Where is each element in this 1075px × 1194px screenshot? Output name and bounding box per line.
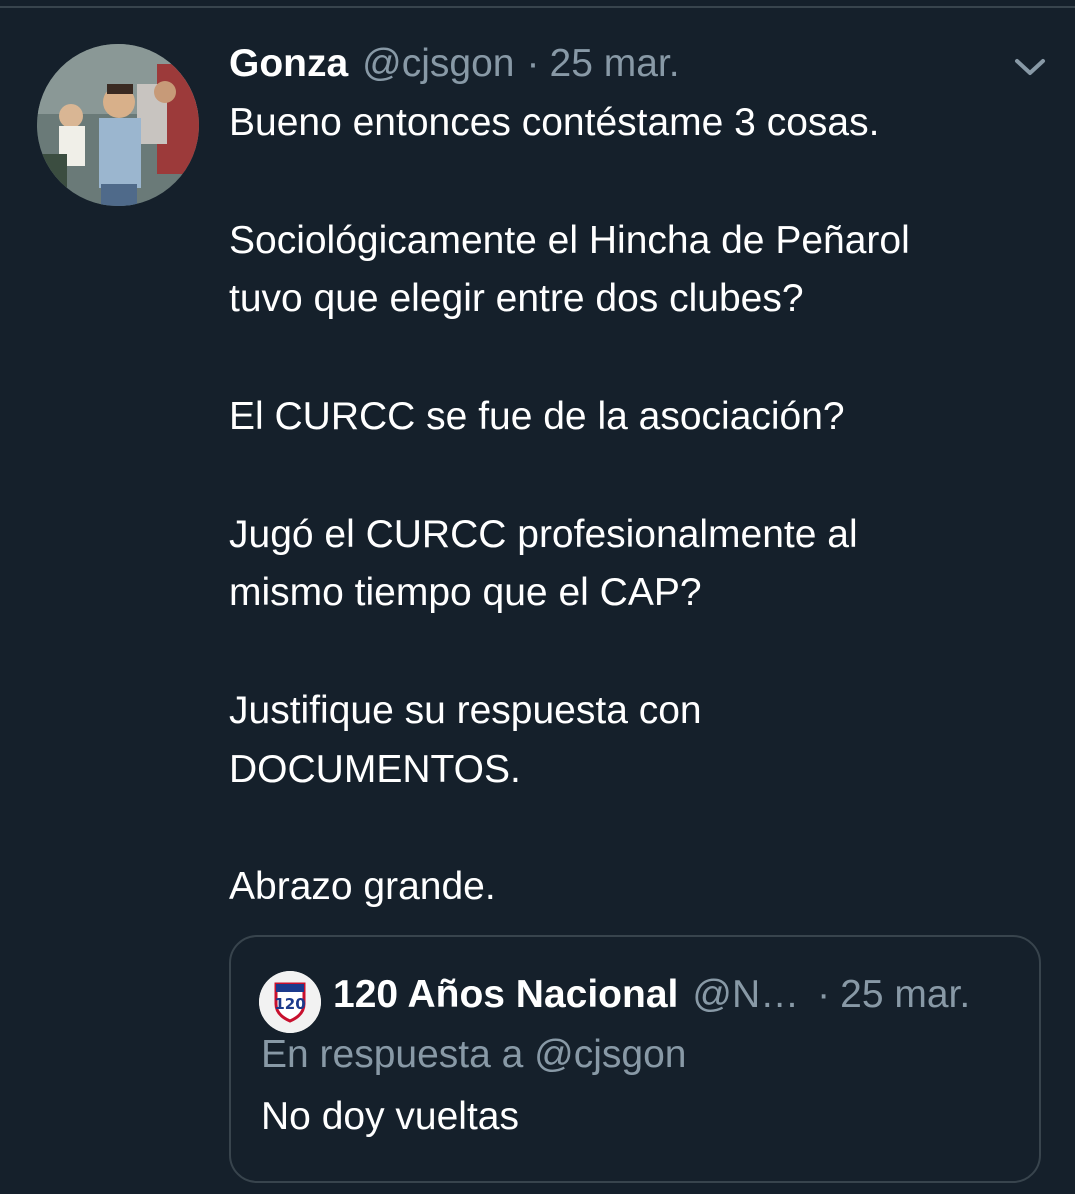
quoted-author-name[interactable]: 120 Años Nacional bbox=[333, 973, 678, 1017]
quoted-tweet-card[interactable]: 120 120 Años Nacional @N… · 25 mar. En r… bbox=[229, 935, 1041, 1183]
quoted-tweet-header: 120 Años Nacional @N… · 25 mar. bbox=[333, 967, 970, 1023]
quoted-tweet-timestamp[interactable]: 25 mar. bbox=[840, 973, 970, 1017]
quoted-author-avatar[interactable]: 120 bbox=[259, 971, 321, 1033]
reply-context: En respuesta a @cjsgon bbox=[261, 1033, 687, 1076]
author-avatar[interactable] bbox=[37, 44, 199, 206]
tweet-menu-button[interactable] bbox=[1010, 50, 1050, 84]
top-divider bbox=[0, 6, 1075, 8]
nacional-logo-icon: 120 bbox=[259, 971, 321, 1033]
tweet-body: Bueno entonces contéstame 3 cosas. Socio… bbox=[229, 101, 910, 909]
avatar-photo bbox=[37, 44, 199, 206]
svg-text:120: 120 bbox=[274, 995, 305, 1013]
tweet-header: Gonza @cjsgon · 25 mar. bbox=[229, 36, 680, 92]
quoted-tweet-body: No doy vueltas bbox=[261, 1095, 519, 1138]
author-handle[interactable]: @cjsgon bbox=[362, 42, 514, 86]
author-name[interactable]: Gonza bbox=[229, 42, 348, 86]
header-separator: · bbox=[526, 42, 540, 85]
quoted-author-handle[interactable]: @N… bbox=[692, 973, 799, 1017]
quoted-header-separator: · bbox=[817, 973, 831, 1016]
tweet-timestamp[interactable]: 25 mar. bbox=[550, 42, 680, 86]
chevron-down-icon bbox=[1015, 59, 1045, 75]
